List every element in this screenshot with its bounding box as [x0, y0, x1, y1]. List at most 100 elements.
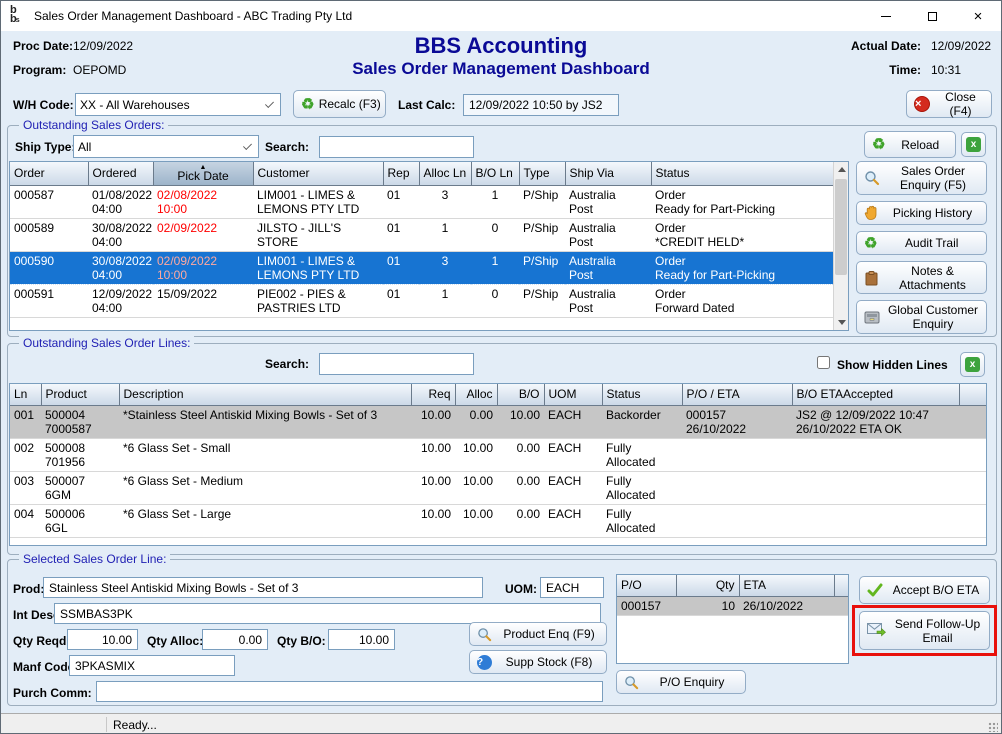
- manf-code-field: 3PKASMIX: [69, 655, 235, 676]
- close-window-button[interactable]: ×: [955, 1, 1001, 31]
- scroll-down-arrow[interactable]: [834, 315, 849, 330]
- recalc-button[interactable]: ♻ Recalc (F3): [293, 90, 386, 118]
- chevron-down-icon: [265, 99, 274, 108]
- resize-grip[interactable]: [988, 722, 998, 732]
- col-header-order[interactable]: Order: [10, 162, 88, 185]
- lines-search-input[interactable]: [319, 353, 474, 375]
- qty-reqd-field: 10.00: [67, 629, 138, 650]
- scroll-thumb[interactable]: [835, 179, 847, 275]
- orders-search-input[interactable]: [319, 136, 474, 158]
- last-calc-label: Last Calc:: [398, 98, 455, 112]
- page-subtitle: Sales Order Management Dashboard: [1, 59, 1001, 79]
- col-header-description[interactable]: Description: [119, 384, 411, 405]
- magnifier-icon: [624, 675, 639, 690]
- sales-order-enquiry-button[interactable]: Sales Order Enquiry (F5): [856, 161, 987, 195]
- wh-code-select[interactable]: XX - All Warehouses: [75, 93, 281, 116]
- window-title: Sales Order Management Dashboard - ABC T…: [34, 9, 352, 23]
- col-header-uom[interactable]: UOM: [544, 384, 602, 405]
- col-header-alloc-ln[interactable]: Alloc Ln: [419, 162, 471, 185]
- col-header-customer[interactable]: Customer: [253, 162, 383, 185]
- audit-trail-button[interactable]: ♻ Audit Trail: [856, 231, 987, 255]
- notes-attachments-button[interactable]: Notes & Attachments: [856, 261, 987, 294]
- wh-code-label: W/H Code:: [13, 98, 74, 112]
- order-row-000590-selected[interactable]: 000590 30/08/2022 04:00 02/09/2022 10:00…: [10, 251, 835, 284]
- excel-icon: x: [965, 357, 980, 372]
- email-icon: [867, 623, 886, 638]
- col-header-alloc[interactable]: Alloc: [455, 384, 497, 405]
- col-header-bo-eta-accepted[interactable]: B/O ETAAccepted: [792, 384, 959, 405]
- col-header-req[interactable]: Req: [411, 384, 455, 405]
- po-row-000157[interactable]: 000157 10 26/10/2022: [617, 596, 849, 615]
- maximize-button[interactable]: [909, 1, 955, 31]
- col-header-type[interactable]: Type: [519, 162, 565, 185]
- actual-date-value: 12/09/2022: [931, 39, 991, 53]
- line-row-004[interactable]: 004 500006 6GL *6 Glass Set - Large 10.0…: [10, 504, 987, 537]
- actual-date-label: Actual Date:: [851, 39, 921, 53]
- orders-export-excel-button[interactable]: x: [961, 132, 986, 157]
- clipboard-icon: [864, 270, 879, 286]
- qty-bo-label: Qty B/O:: [277, 634, 326, 648]
- qty-alloc-label: Qty Alloc:: [147, 634, 203, 648]
- picking-history-button[interactable]: Picking History: [856, 201, 987, 225]
- uom-label: UOM:: [505, 582, 537, 596]
- col-header-status[interactable]: Status: [651, 162, 835, 185]
- close-circle-icon: ×: [914, 96, 930, 112]
- minimize-icon: [881, 16, 891, 17]
- po-enquiry-button[interactable]: P/O Enquiry: [616, 670, 746, 694]
- purch-comm-label: Purch Comm:: [13, 686, 92, 700]
- line-row-003[interactable]: 003 500007 6GM *6 Glass Set - Medium 10.…: [10, 471, 987, 504]
- product-enq-button[interactable]: Product Enq (F9): [469, 622, 607, 646]
- selected-line-legend: Selected Sales Order Line:: [19, 552, 170, 566]
- col-header-product[interactable]: Product: [41, 384, 119, 405]
- magnifier-icon: [864, 170, 880, 186]
- app-window: bbs Sales Order Management Dashboard - A…: [0, 0, 1002, 734]
- close-icon: ×: [974, 9, 983, 24]
- accept-bo-eta-button[interactable]: Accept B/O ETA: [859, 576, 990, 604]
- col-header-bo[interactable]: B/O: [497, 384, 544, 405]
- ship-type-select[interactable]: All: [73, 135, 259, 158]
- col-header-ordered[interactable]: Ordered: [88, 162, 153, 185]
- reload-button[interactable]: ♻ Reload: [864, 131, 956, 158]
- recycle-icon: ♻: [301, 97, 314, 112]
- scroll-up-arrow[interactable]: [834, 162, 849, 177]
- orders-table: Order Ordered ▲Pick Date Customer Rep Al…: [9, 161, 849, 331]
- recycle-icon: ♻: [872, 137, 885, 152]
- order-row-000587[interactable]: 000587 01/08/2022 04:00 02/08/2022 10:00…: [10, 185, 835, 218]
- col-header-bo-ln[interactable]: B/O Ln: [471, 162, 519, 185]
- col-header-ln[interactable]: Ln: [10, 384, 41, 405]
- magnifier-icon: [477, 627, 492, 642]
- prod-label: Prod:: [13, 582, 44, 596]
- col-header-po-qty[interactable]: Qty: [676, 575, 739, 596]
- drawer-icon: [864, 310, 880, 324]
- chevron-down-icon: [243, 141, 252, 150]
- order-row-000591[interactable]: 000591 12/09/2022 04:00 15/09/2022 PIE00…: [10, 284, 835, 317]
- line-row-002[interactable]: 002 500008 701956 *6 Glass Set - Small 1…: [10, 438, 987, 471]
- send-follow-up-email-button[interactable]: Send Follow-Up Email: [859, 611, 990, 650]
- qty-bo-field: 10.00: [328, 629, 395, 650]
- orders-scrollbar[interactable]: [833, 162, 848, 330]
- global-customer-enquiry-button[interactable]: Global Customer Enquiry: [856, 300, 987, 334]
- orders-legend: Outstanding Sales Orders:: [19, 118, 168, 132]
- col-header-ship-via[interactable]: Ship Via: [565, 162, 651, 185]
- order-row-000589[interactable]: 000589 30/08/2022 04:00 02/09/2022 JILST…: [10, 218, 835, 251]
- show-hidden-lines-checkbox[interactable]: [817, 356, 830, 369]
- col-header-blank: [834, 575, 849, 596]
- col-header-po[interactable]: P/O: [617, 575, 676, 596]
- supp-stock-button[interactable]: ? Supp Stock (F8): [469, 650, 607, 674]
- col-header-line-status[interactable]: Status: [602, 384, 682, 405]
- excel-icon: x: [966, 137, 981, 152]
- col-header-rep[interactable]: Rep: [383, 162, 419, 185]
- app-icon: bbs: [10, 6, 29, 25]
- close-f4-button[interactable]: × Close (F4): [906, 90, 992, 118]
- col-header-po-eta[interactable]: P/O / ETA: [682, 384, 792, 405]
- time-value: 10:31: [931, 63, 961, 77]
- recycle-icon: ♻: [864, 236, 877, 251]
- minimize-button[interactable]: [863, 1, 909, 31]
- col-header-pick-date[interactable]: ▲Pick Date: [153, 162, 253, 185]
- int-desc-field: SSMBAS3PK: [54, 603, 601, 624]
- last-calc-value: 12/09/2022 10:50 by JS2: [463, 94, 619, 116]
- lines-export-excel-button[interactable]: x: [960, 352, 985, 377]
- line-row-001[interactable]: 001 500004 7000587 *Stainless Steel Anti…: [10, 405, 987, 438]
- title-bar: bbs Sales Order Management Dashboard - A…: [1, 1, 1001, 31]
- col-header-po-eta[interactable]: ETA: [739, 575, 834, 596]
